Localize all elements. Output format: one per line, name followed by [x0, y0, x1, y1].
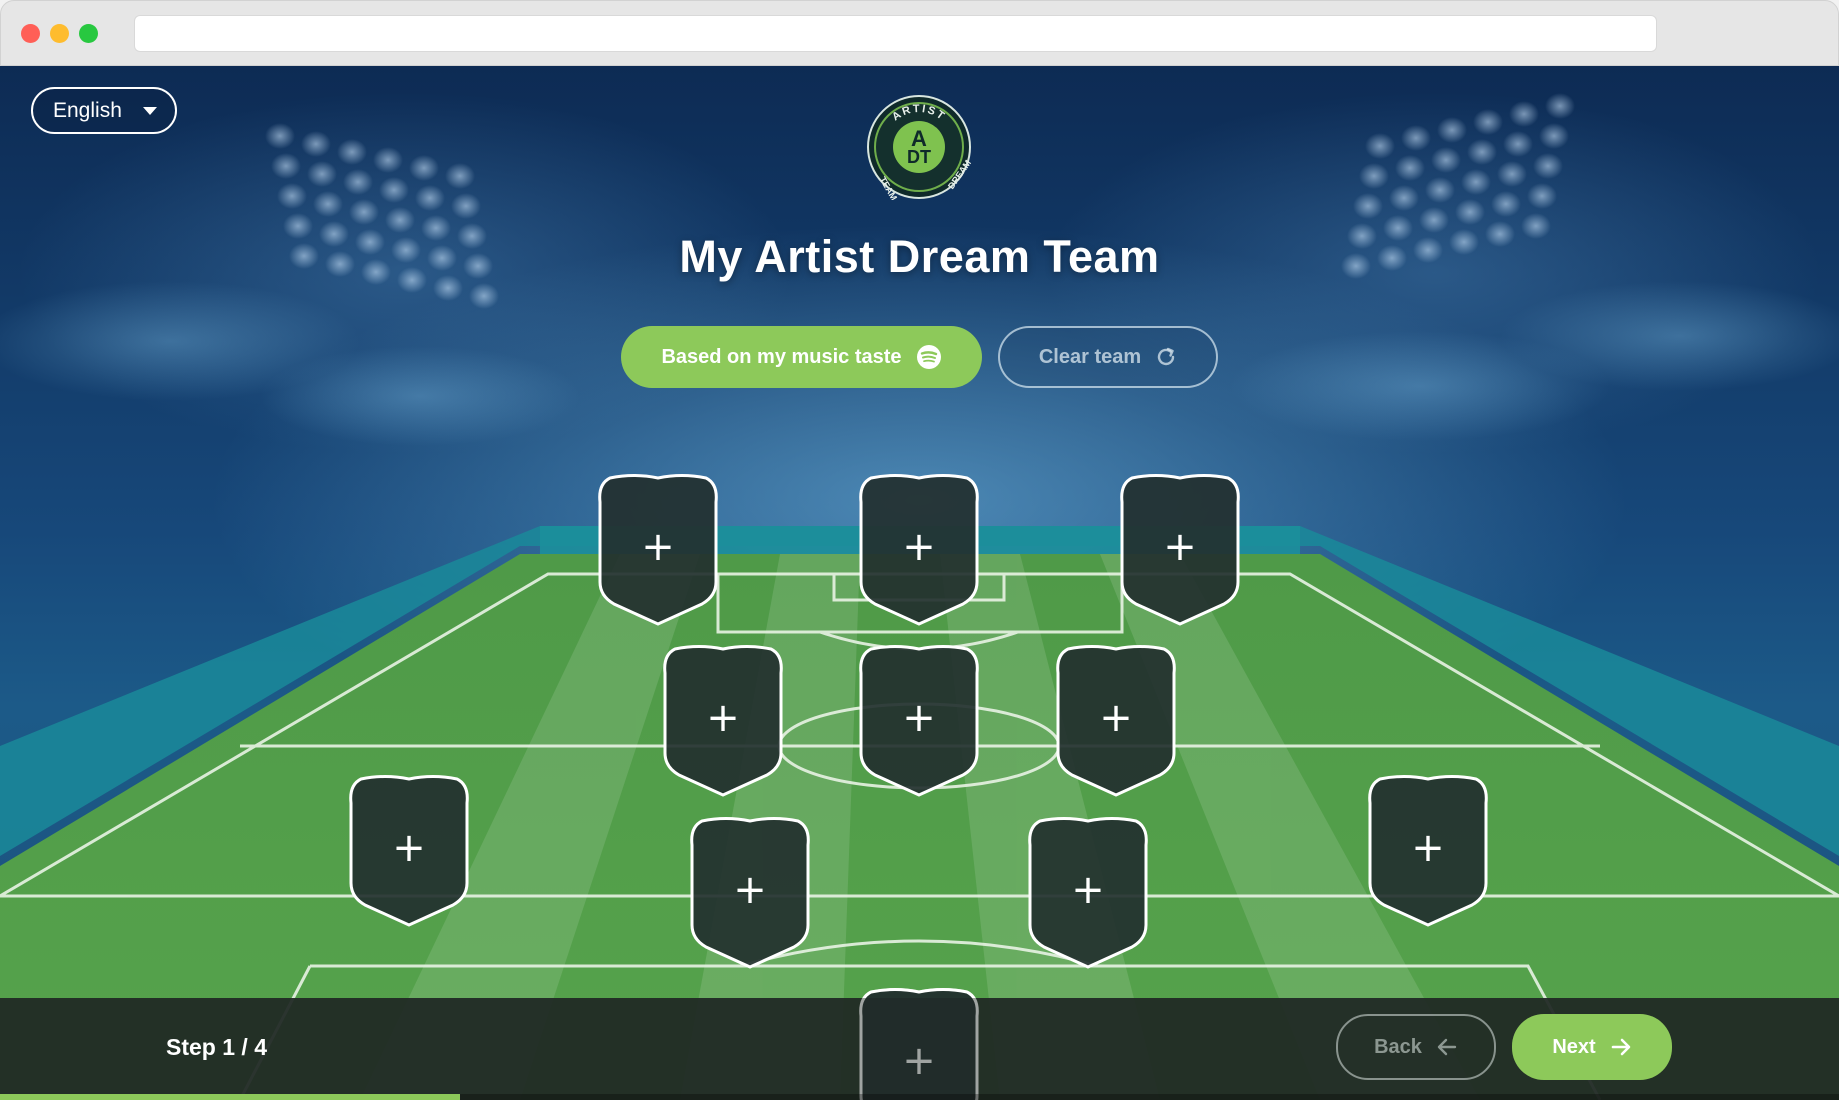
address-bar[interactable] — [134, 15, 1657, 52]
close-window-button[interactable] — [21, 24, 40, 43]
next-button-label: Next — [1552, 1035, 1596, 1058]
team-slot-5[interactable]: + — [857, 643, 981, 799]
maximize-window-button[interactable] — [79, 24, 98, 43]
shield-icon: + — [690, 817, 810, 969]
clear-team-button-label: Clear team — [1038, 345, 1142, 368]
minimize-window-button[interactable] — [50, 24, 69, 43]
plus-icon: + — [902, 695, 936, 741]
refresh-icon — [1158, 347, 1175, 366]
plus-icon: + — [1099, 695, 1133, 741]
next-button[interactable]: Next — [1512, 1014, 1672, 1080]
shield-icon: + — [1056, 645, 1176, 797]
shield-icon: + — [598, 474, 718, 626]
clear-team-button[interactable]: Clear team — [998, 326, 1218, 388]
progress-bar — [0, 1094, 1839, 1100]
team-slot-3[interactable]: + — [1118, 472, 1242, 628]
browser-chrome — [0, 0, 1839, 66]
shield-icon: + — [349, 775, 469, 927]
shield-icon: + — [1120, 474, 1240, 626]
back-button-label: Back — [1374, 1035, 1422, 1058]
language-select-value: English — [53, 99, 122, 122]
plus-icon: + — [902, 524, 936, 570]
plus-icon: + — [1163, 524, 1197, 570]
team-slot-9[interactable]: + — [1026, 815, 1150, 971]
shield-icon: + — [859, 988, 979, 1100]
shield-icon: + — [663, 645, 783, 797]
chevron-down-icon — [143, 107, 157, 115]
shield-icon: + — [1028, 817, 1148, 969]
arrow-right-icon — [1611, 1038, 1630, 1056]
plus-icon: + — [641, 524, 675, 570]
plus-icon: + — [706, 695, 740, 741]
shield-icon: + — [859, 474, 979, 626]
team-slot-8[interactable]: + — [688, 815, 812, 971]
artist-dream-team-logo: ARTIST TEAM DREAM A DT — [867, 95, 972, 200]
app-viewport: English ARTIST TEAM DREAM A DT My Artist… — [0, 66, 1839, 1100]
step-indicator: Step 1 / 4 — [166, 1034, 267, 1060]
plus-icon: + — [392, 825, 426, 871]
music-taste-button[interactable]: Based on my music taste — [621, 326, 982, 388]
arrow-left-icon — [1437, 1038, 1457, 1056]
language-select[interactable]: English — [31, 87, 177, 134]
progress-bar-fill — [0, 1094, 460, 1100]
team-slot-4[interactable]: + — [661, 643, 785, 799]
team-slot-6[interactable]: + — [1054, 643, 1178, 799]
team-slot-7[interactable]: + — [347, 773, 471, 929]
music-taste-button-label: Based on my music taste — [661, 345, 902, 368]
team-slot-2[interactable]: + — [857, 472, 981, 628]
spotify-icon — [916, 345, 941, 369]
page-title: My Artist Dream Team — [679, 231, 1160, 282]
back-button[interactable]: Back — [1336, 1014, 1496, 1080]
shield-icon: + — [1368, 775, 1488, 927]
team-slot-1[interactable]: + — [596, 472, 720, 628]
plus-icon: + — [1071, 867, 1105, 913]
logo-monogram-bottom: DT — [907, 147, 931, 167]
team-slot-10[interactable]: + — [1366, 773, 1490, 929]
shield-icon: + — [859, 645, 979, 797]
plus-icon: + — [733, 867, 767, 913]
plus-icon: + — [1411, 825, 1445, 871]
plus-icon: + — [902, 1038, 936, 1084]
team-slot-goalkeeper[interactable]: + — [857, 986, 981, 1100]
